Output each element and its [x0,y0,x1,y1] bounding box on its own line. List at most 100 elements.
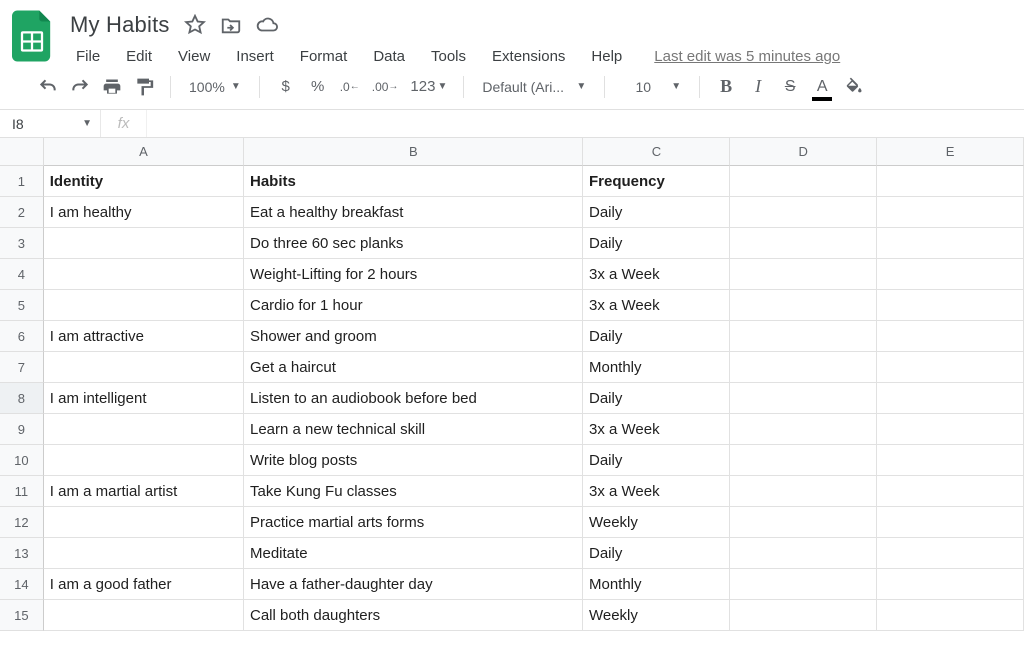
cell[interactable]: 3x a Week [583,476,730,507]
menu-help[interactable]: Help [579,44,634,69]
col-header-B[interactable]: B [244,138,583,166]
cell[interactable]: Daily [583,383,730,414]
cell[interactable] [44,600,244,631]
cell[interactable] [44,507,244,538]
row-header[interactable]: 2 [0,197,44,228]
cell[interactable] [877,507,1024,538]
cell[interactable] [44,259,244,290]
cell[interactable]: 3x a Week [583,290,730,321]
menu-file[interactable]: File [64,44,112,69]
row-header[interactable]: 7 [0,352,44,383]
cell[interactable] [877,166,1024,197]
cell[interactable] [730,197,877,228]
cell[interactable]: Have a father-daughter day [244,569,583,600]
italic-button[interactable]: I [744,72,772,102]
cell[interactable] [877,383,1024,414]
format-percent-button[interactable]: % [304,72,332,102]
cell[interactable] [730,383,877,414]
select-all-corner[interactable] [0,138,44,166]
cell[interactable] [730,352,877,383]
cell[interactable] [730,569,877,600]
decrease-decimal-button[interactable]: .0← [336,72,364,102]
row-header[interactable]: 4 [0,259,44,290]
col-header-C[interactable]: C [583,138,730,166]
cell[interactable] [730,445,877,476]
text-color-button[interactable]: A [808,72,836,102]
row-header[interactable]: 3 [0,228,44,259]
name-box[interactable]: I8 ▼ [0,110,100,137]
cell[interactable] [877,538,1024,569]
cell[interactable]: I am attractive [44,321,244,352]
cell[interactable] [730,476,877,507]
cell[interactable]: Weekly [583,600,730,631]
paint-format-button[interactable] [130,72,158,102]
menu-edit[interactable]: Edit [114,44,164,69]
cell[interactable] [877,414,1024,445]
row-header[interactable]: 15 [0,600,44,631]
cell[interactable] [877,197,1024,228]
cell[interactable]: I am intelligent [44,383,244,414]
cell[interactable]: Eat a healthy breakfast [244,197,583,228]
cell[interactable]: Daily [583,197,730,228]
cell[interactable] [44,538,244,569]
cell[interactable]: Frequency [583,166,730,197]
row-header[interactable]: 9 [0,414,44,445]
cell[interactable] [877,290,1024,321]
cell[interactable]: Call both daughters [244,600,583,631]
menu-extensions[interactable]: Extensions [480,44,577,69]
row-header[interactable]: 8 [0,383,44,414]
cell[interactable] [730,259,877,290]
cell[interactable]: I am healthy [44,197,244,228]
print-button[interactable] [98,72,126,102]
col-header-A[interactable]: A [44,138,244,166]
cell[interactable]: Monthly [583,569,730,600]
cell[interactable] [730,507,877,538]
cell[interactable] [877,569,1024,600]
cell[interactable]: Meditate [244,538,583,569]
col-header-E[interactable]: E [877,138,1024,166]
cell[interactable] [44,290,244,321]
cell[interactable] [877,600,1024,631]
cell[interactable]: Shower and groom [244,321,583,352]
cell[interactable] [44,352,244,383]
row-header[interactable]: 14 [0,569,44,600]
row-header[interactable]: 13 [0,538,44,569]
cell[interactable]: Daily [583,321,730,352]
cell[interactable]: Get a haircut [244,352,583,383]
last-edit-link[interactable]: Last edit was 5 minutes ago [654,48,840,65]
cell[interactable] [730,228,877,259]
row-header[interactable]: 6 [0,321,44,352]
cell[interactable]: Write blog posts [244,445,583,476]
cell[interactable]: Learn a new technical skill [244,414,583,445]
cell[interactable] [877,259,1024,290]
row-header[interactable]: 1 [0,166,44,197]
col-header-D[interactable]: D [730,138,877,166]
cell[interactable] [877,352,1024,383]
row-header[interactable]: 10 [0,445,44,476]
cell[interactable]: Practice martial arts forms [244,507,583,538]
spreadsheet-grid[interactable]: A B C D E 1 Identity Habits Frequency 2I… [0,138,1024,631]
cell[interactable]: 3x a Week [583,414,730,445]
cell[interactable] [730,538,877,569]
menu-view[interactable]: View [166,44,222,69]
cell[interactable]: 3x a Week [583,259,730,290]
cell[interactable]: Monthly [583,352,730,383]
zoom-dropdown[interactable]: 100% ▼ [183,79,247,95]
cell[interactable] [730,321,877,352]
cell[interactable]: Habits [244,166,583,197]
cell[interactable] [44,228,244,259]
strikethrough-button[interactable]: S [776,72,804,102]
cloud-status-icon[interactable] [256,14,278,36]
cell[interactable] [730,290,877,321]
cell[interactable] [44,414,244,445]
cell[interactable] [877,228,1024,259]
cell[interactable] [730,414,877,445]
cell[interactable]: Daily [583,445,730,476]
undo-button[interactable] [34,72,62,102]
cell[interactable]: Cardio for 1 hour [244,290,583,321]
formula-input[interactable] [146,110,1024,137]
increase-decimal-button[interactable]: .00→ [368,72,403,102]
cell[interactable] [877,321,1024,352]
cell[interactable] [730,600,877,631]
cell[interactable]: Daily [583,228,730,259]
